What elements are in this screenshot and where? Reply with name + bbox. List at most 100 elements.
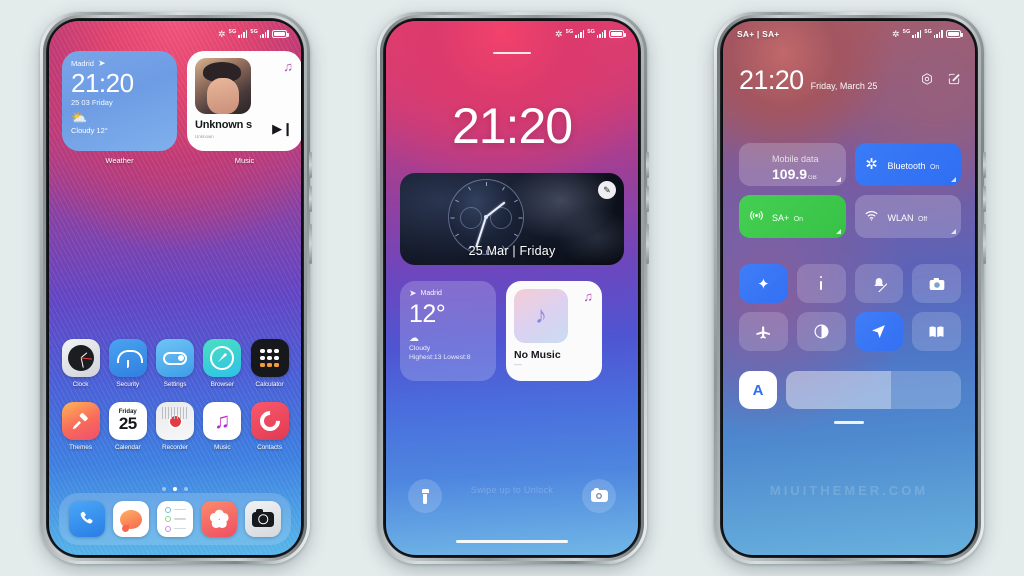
tile-state: Off <box>917 215 928 223</box>
music-note-icon: ♫ <box>583 289 593 304</box>
signal-2: 5G <box>250 28 269 39</box>
app-row-2: Themes Friday 25 Calendar Recorder ♫ Mus… <box>59 402 291 451</box>
camera-icon[interactable] <box>245 501 281 537</box>
phone1-volume-up[interactable] <box>309 152 312 178</box>
phone3-screen[interactable]: SA+ | SA+ ✲ 5G 5G 21:20 Friday, March 25… <box>723 21 975 555</box>
tile-wlan[interactable]: WLAN Off <box>854 195 961 238</box>
app-themes[interactable]: Themes <box>59 402 102 451</box>
lock-weather-location: Madrid <box>420 290 442 297</box>
weather-location: Madrid <box>71 59 94 68</box>
airplane-icon[interactable] <box>739 312 788 351</box>
checklist-icon[interactable] <box>157 501 193 537</box>
tile-title: SA+ <box>772 212 790 223</box>
expand-corner-icon[interactable] <box>835 177 841 182</box>
vertical-dots-icon[interactable] <box>796 264 846 303</box>
app-grid: Clock Security Settings Browser Calculat… <box>59 339 291 465</box>
weather-widget[interactable]: Madrid ➤ 21:20 25 03 Friday ⛅ Cloudy 12° <box>62 51 177 151</box>
phone2-volume-up[interactable] <box>646 152 649 178</box>
status-right: ✲ 5G 5G <box>555 29 626 39</box>
phone-handset-icon[interactable] <box>69 501 105 537</box>
camera-icon[interactable] <box>582 479 616 513</box>
notification-handle[interactable] <box>493 52 531 54</box>
page-dot[interactable] <box>162 487 166 491</box>
app-settings[interactable]: Settings <box>154 339 197 388</box>
app-calendar[interactable]: Friday 25 Calendar <box>106 402 149 451</box>
app-browser[interactable]: Browser <box>201 339 244 388</box>
phone1-power[interactable] <box>309 224 312 264</box>
clock-card-date: 25 Mar | Friday <box>468 244 556 258</box>
app-security[interactable]: Security <box>106 339 149 388</box>
lock-weather-widget[interactable]: ➤ Madrid 12° ☁ Cloudy Highest:13 Lowest:… <box>400 281 496 381</box>
book-icon[interactable] <box>912 312 961 351</box>
phone3-volume-up[interactable] <box>983 152 986 178</box>
tile-unit: GB <box>808 174 817 181</box>
lock-weather-location-row: ➤ Madrid <box>409 289 487 298</box>
phone2-volume-down[interactable] <box>646 186 649 212</box>
home-indicator[interactable] <box>456 539 568 543</box>
half-circle-icon[interactable] <box>796 312 846 351</box>
music-widget-label: Music <box>234 156 255 165</box>
settings-gear-icon[interactable] <box>920 72 934 91</box>
music-subtitle: Unknown <box>195 134 214 139</box>
play-next-icon[interactable]: ▶❙ <box>272 122 293 135</box>
app-calculator[interactable]: Calculator <box>248 339 291 388</box>
speech-bubble-icon[interactable] <box>113 501 149 537</box>
app-contacts[interactable]: Contacts <box>248 402 291 451</box>
phone3-power[interactable] <box>983 224 986 264</box>
bluetooth-icon: ✲ <box>865 156 878 173</box>
location-arrow-icon[interactable] <box>854 312 904 351</box>
sparkle-icon[interactable]: ✦ <box>739 264 788 303</box>
weather-widget-container[interactable]: Madrid ➤ 21:20 25 03 Friday ⛅ Cloudy 12°… <box>62 51 177 165</box>
brightness-row: A <box>739 371 961 409</box>
app-label: Calendar <box>114 444 141 451</box>
signal1-label: 5G <box>902 28 911 35</box>
camera-icon[interactable] <box>912 264 961 303</box>
lock-music-widget[interactable]: ♪ ♫ No Music — <box>506 281 602 381</box>
music-title: Unknown s <box>195 119 252 131</box>
phone3-volume-down[interactable] <box>983 186 986 212</box>
music-widget-container[interactable]: ♫ Unknown s Unknown ▶❙ Music <box>187 51 301 165</box>
contacts-icon <box>250 402 289 440</box>
edit-icon[interactable] <box>947 72 961 91</box>
expand-corner-icon[interactable] <box>835 229 841 234</box>
phone2-power[interactable] <box>646 224 649 264</box>
cc-header-icons <box>920 72 961 91</box>
phone2-screen[interactable]: ✲ 5G 5G 21:20 ✎ 25 Mar | Friday ➤ Madrid… <box>386 21 638 555</box>
phone1-screen[interactable]: ✲ 5G 5G Madrid ➤ 21:20 25 03 Friday ⛅ Cl… <box>49 21 301 555</box>
auto-brightness-button[interactable]: A <box>739 371 777 409</box>
tile-mobile-data[interactable]: Mobile data 109.9 GB <box>739 143 846 186</box>
brightness-slider[interactable] <box>786 371 961 409</box>
page-dot[interactable] <box>184 487 188 491</box>
page-dot-active[interactable] <box>173 487 177 491</box>
app-recorder[interactable]: Recorder <box>154 402 197 451</box>
app-clock[interactable]: Clock <box>59 339 102 388</box>
pencil-icon[interactable]: ✎ <box>598 181 616 199</box>
expand-corner-icon[interactable] <box>951 229 956 234</box>
app-label: Browser <box>210 381 234 388</box>
calendar-day: 25 <box>118 414 137 434</box>
tile-state: On <box>929 163 940 171</box>
tile-sa-plus[interactable]: SA+ On <box>739 195 846 238</box>
expand-corner-icon[interactable] <box>951 177 956 182</box>
location-arrow-icon: ➤ <box>97 58 106 68</box>
signal-1: 5G <box>902 28 922 39</box>
signal-2: 5G <box>924 29 943 39</box>
phone-control-center: SA+ | SA+ ✲ 5G 5G 21:20 Friday, March 25… <box>714 12 986 564</box>
weather-time: 21:20 <box>71 68 134 98</box>
phone-lock-screen: ✲ 5G 5G 21:20 ✎ 25 Mar | Friday ➤ Madrid… <box>377 12 649 564</box>
phone1-volume-down[interactable] <box>309 186 312 212</box>
page-indicator[interactable] <box>49 487 301 491</box>
music-widget[interactable]: ♫ Unknown s Unknown ▶❙ <box>187 51 301 151</box>
flower-icon[interactable] <box>201 501 237 537</box>
flashlight-icon[interactable] <box>408 479 442 513</box>
app-music[interactable]: ♫ Music <box>201 402 244 451</box>
control-center-drag-handle[interactable] <box>834 421 864 424</box>
bell-slash-icon[interactable] <box>854 264 904 303</box>
weather-widget-label: Weather <box>105 156 134 165</box>
clock-widget-card[interactable]: ✎ 25 Mar | Friday <box>400 173 624 265</box>
signal2-label: 5G <box>250 28 259 35</box>
control-center-header: 21:20 Friday, March 25 <box>739 67 961 94</box>
phone2-status-bar: ✲ 5G 5G <box>386 21 638 47</box>
lock-weather-condition: Cloudy <box>409 344 431 352</box>
tile-bluetooth[interactable]: ✲ Bluetooth On <box>854 143 961 186</box>
